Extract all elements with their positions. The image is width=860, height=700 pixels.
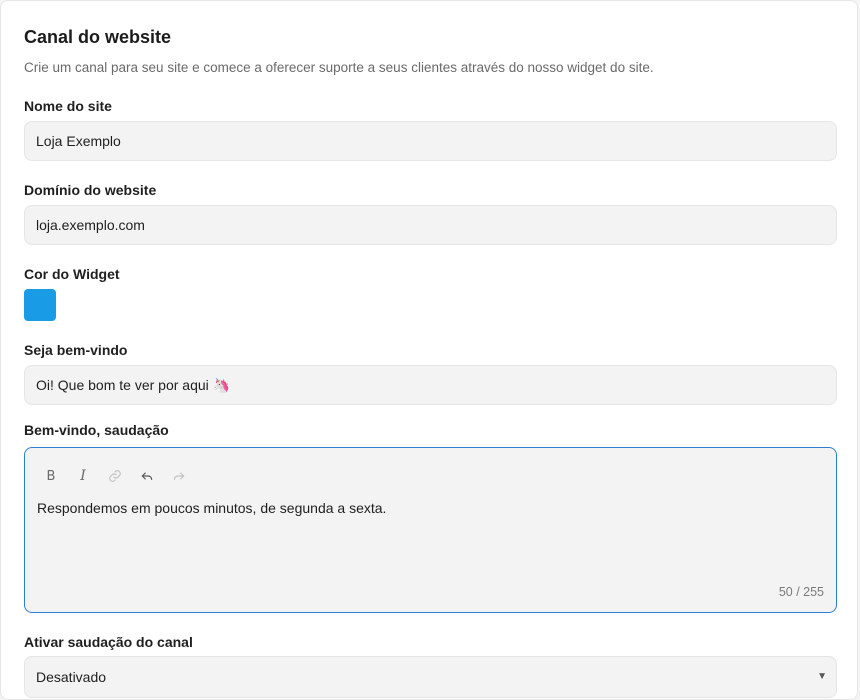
chevron-down-icon: ▼ (817, 671, 827, 682)
widget-color-swatch[interactable] (24, 289, 56, 321)
welcome-greeting-text[interactable]: Respondemos em poucos minutos, de segund… (37, 500, 386, 516)
redo-button[interactable] (163, 466, 195, 486)
italic-button[interactable]: I (67, 466, 99, 486)
welcome-greeting-editor[interactable]: B I Respondemos em poucos minutos, de se… (24, 447, 837, 613)
page-description: Crie um canal para seu site e comece a o… (24, 60, 654, 75)
welcome-title-input[interactable]: Oi! Que bom te ver por aqui 🦄 (24, 365, 837, 405)
website-channel-card: Canal do website Crie um canal para seu … (0, 0, 858, 700)
undo-icon (141, 472, 153, 481)
welcome-title-value: Oi! Que bom te ver por aqui 🦄 (36, 376, 231, 393)
undo-button[interactable] (131, 466, 163, 486)
bold-button[interactable]: B (35, 466, 67, 486)
site-name-label: Nome do site (24, 98, 112, 114)
domain-value: loja.exemplo.com (36, 217, 145, 233)
italic-icon: I (80, 468, 86, 484)
editor-toolbar: B I (35, 466, 195, 486)
site-name-value: Loja Exemplo (36, 133, 121, 149)
widget-color-label: Cor do Widget (24, 266, 120, 282)
redo-icon (173, 472, 185, 481)
channel-greeting-value: Desativado (36, 669, 107, 685)
bold-icon: B (46, 468, 56, 484)
character-counter: 50 / 255 (778, 585, 824, 599)
site-name-input[interactable]: Loja Exemplo (24, 121, 837, 161)
channel-greeting-select[interactable]: Desativado ▼ (24, 656, 837, 698)
page-title: Canal do website (24, 27, 172, 47)
link-button[interactable] (99, 466, 131, 486)
welcome-greeting-label: Bem-vindo, saudação (24, 422, 169, 438)
domain-label: Domínio do website (24, 182, 157, 198)
welcome-title-label: Seja bem-vindo (24, 342, 128, 358)
link-icon (109, 470, 121, 482)
domain-input[interactable]: loja.exemplo.com (24, 205, 837, 245)
channel-greeting-label: Ativar saudação do canal (24, 634, 193, 650)
